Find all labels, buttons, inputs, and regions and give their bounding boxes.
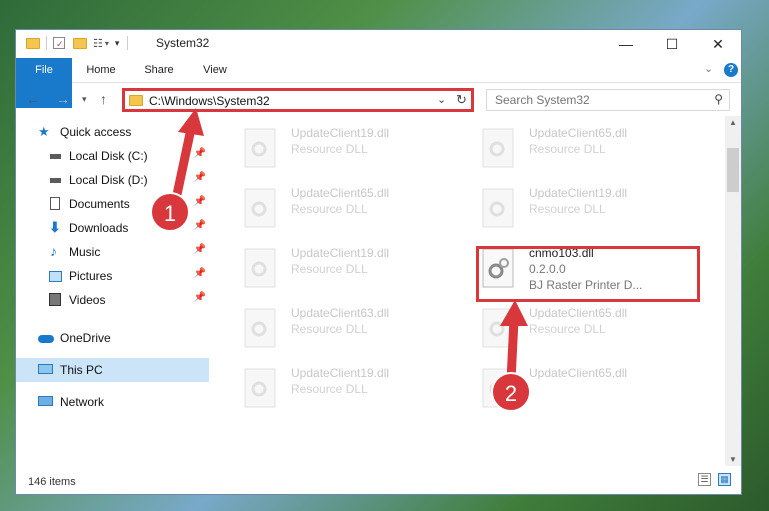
arrow-2 xyxy=(500,300,528,385)
annotation-arrows xyxy=(170,108,528,385)
arrow-1 xyxy=(170,108,204,209)
annotation-badge-1: 1 xyxy=(150,192,190,232)
annotation-badge-2: 2 xyxy=(491,372,531,412)
